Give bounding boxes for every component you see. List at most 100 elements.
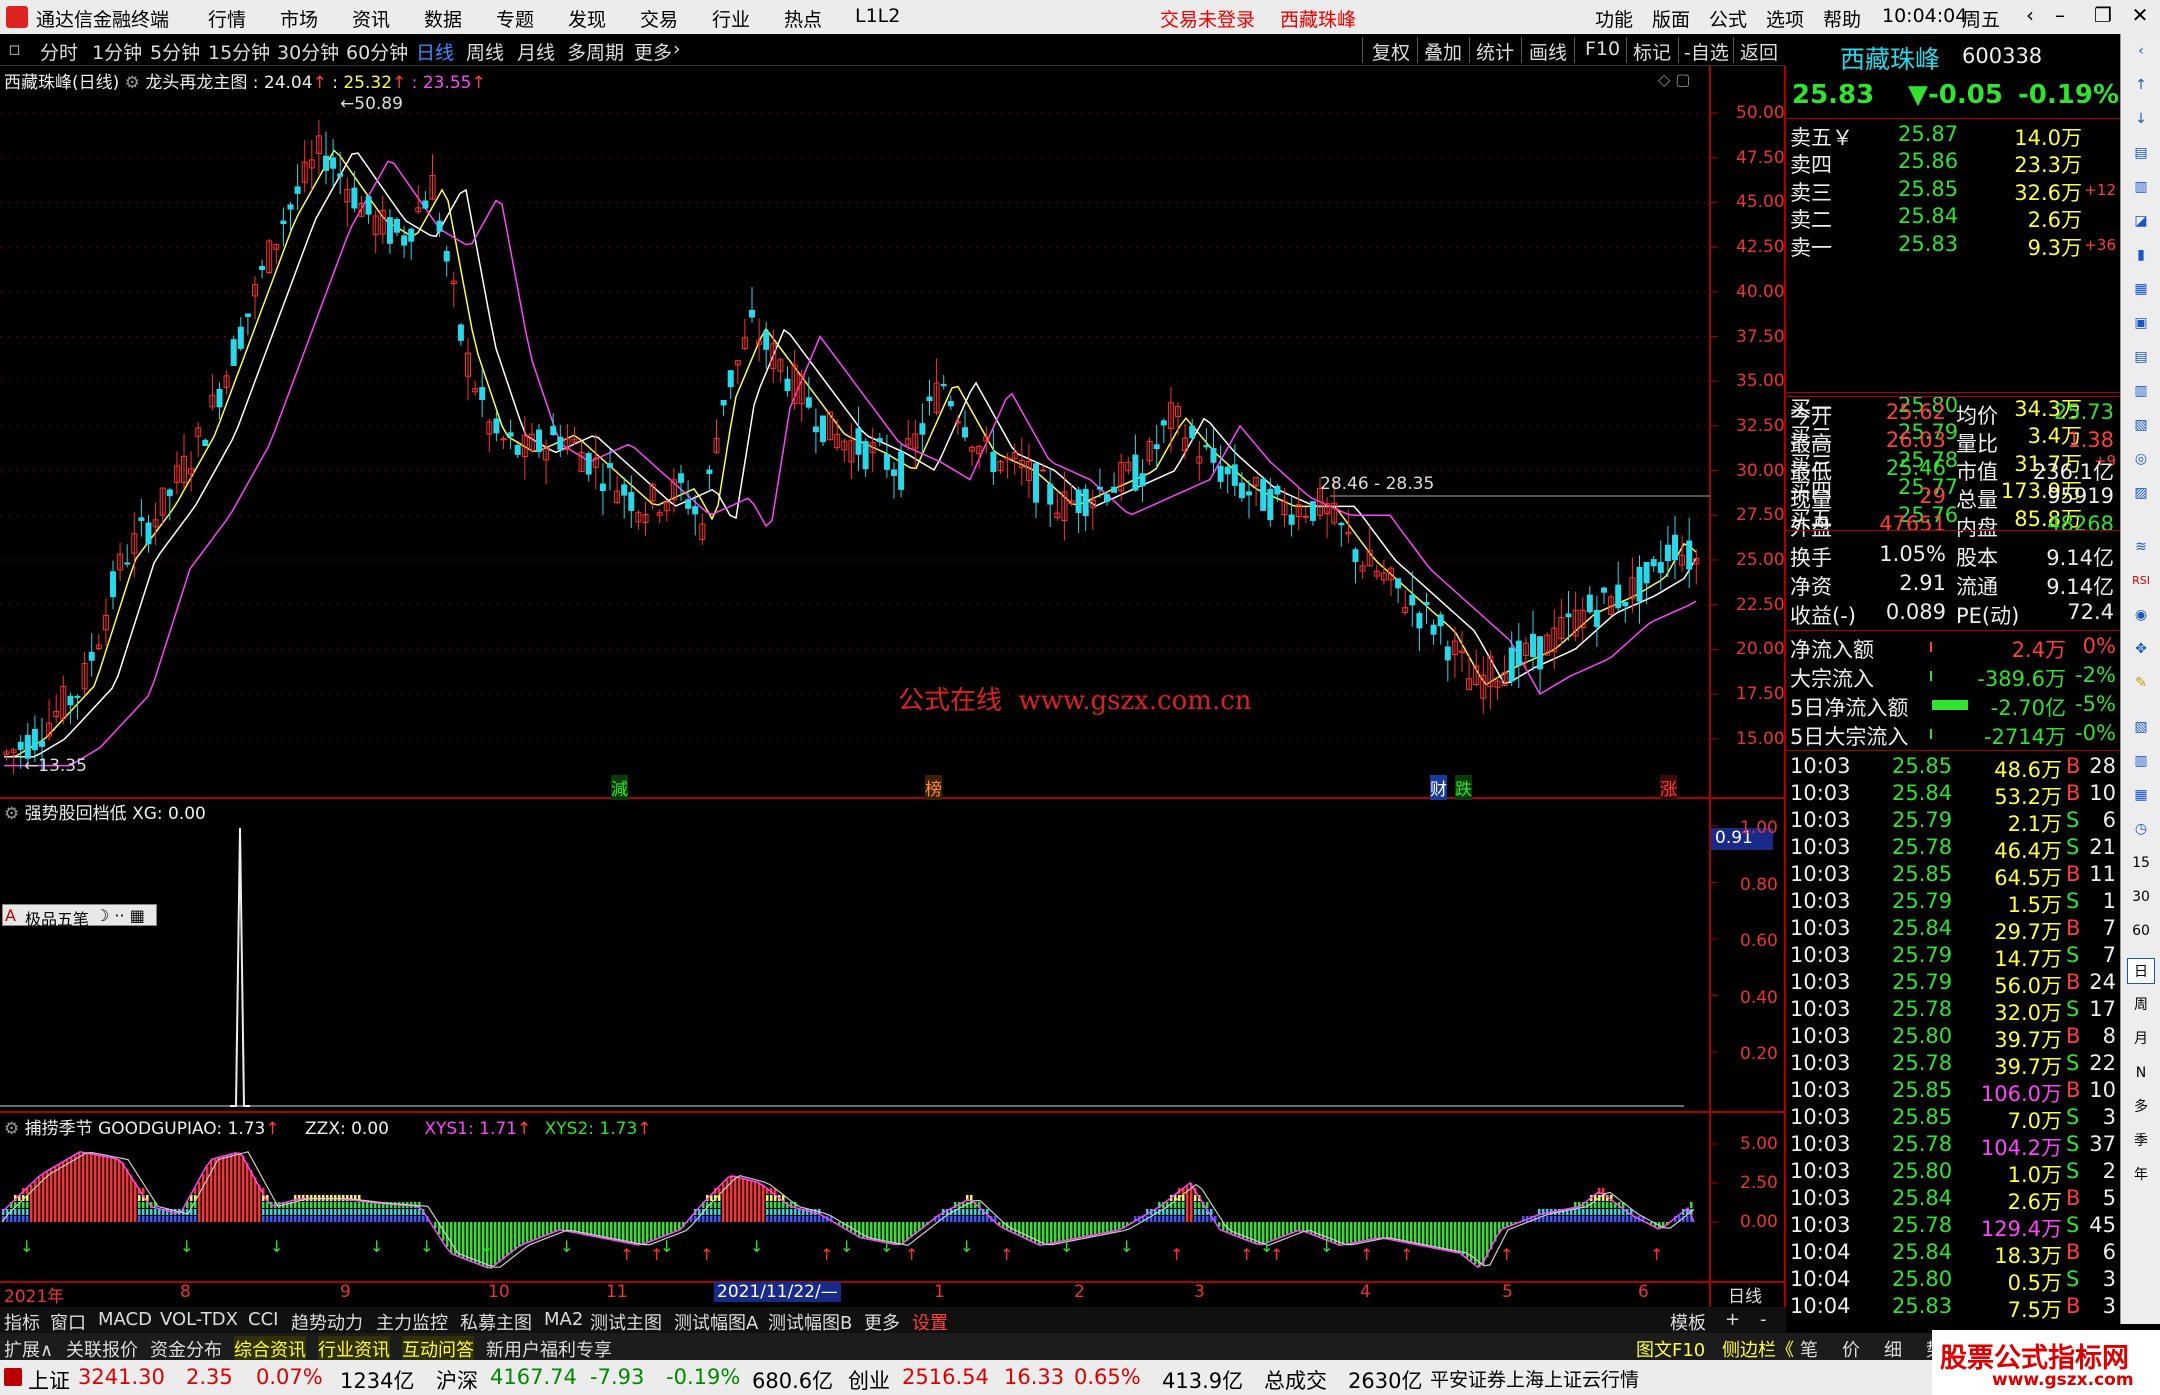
target-icon[interactable]: ◉ bbox=[2127, 602, 2155, 628]
fs-icon[interactable]: ▧ bbox=[2127, 714, 2155, 740]
tool-button[interactable]: 统计 bbox=[1476, 38, 1514, 65]
sub1-title[interactable]: 强势股回档低 bbox=[25, 804, 127, 824]
tool-button[interactable]: 返回 bbox=[1740, 38, 1778, 65]
event-marker[interactable]: 跌 bbox=[1455, 775, 1472, 800]
order-book-row[interactable]: 卖一 25.83 9.3万 +36 bbox=[1786, 232, 2120, 260]
template-button[interactable]: 模板 bbox=[1670, 1309, 1706, 1335]
tick-row[interactable]: 10:03 25.78 104.2万 S 37 bbox=[1786, 1132, 2120, 1160]
index-name[interactable]: 沪深 bbox=[436, 1365, 478, 1395]
indicator-tab[interactable]: 测试幅图B bbox=[768, 1309, 852, 1335]
close-icon[interactable]: ✕ bbox=[2125, 3, 2155, 31]
index-name[interactable]: 创业 bbox=[848, 1365, 890, 1395]
period-button[interactable]: 15 bbox=[2127, 850, 2155, 876]
menu-item[interactable]: 功能 bbox=[1595, 5, 1633, 32]
tick-row[interactable]: 10:03 25.79 1.5万 S 1 bbox=[1786, 889, 2120, 917]
sheet-icon[interactable]: ▥ bbox=[2127, 378, 2155, 404]
info-tab[interactable]: 行业资讯 bbox=[318, 1336, 390, 1362]
indicator-tab[interactable]: 测试幅图A bbox=[674, 1309, 758, 1335]
formula-settings-icon[interactable]: ⚙ bbox=[125, 73, 140, 93]
menu-item[interactable]: 发现 bbox=[568, 5, 606, 32]
period-tab[interactable]: 15分钟 bbox=[208, 38, 270, 65]
indicator-settings[interactable]: 设置 bbox=[912, 1309, 948, 1335]
f10-button[interactable]: 图文F10 bbox=[1636, 1336, 1705, 1362]
order-book-row[interactable]: 卖四 25.86 23.3万 bbox=[1786, 149, 2120, 177]
tick-row[interactable]: 10:04 25.83 7.5万 B 3 bbox=[1786, 1294, 2120, 1322]
menu-item[interactable]: 数据 bbox=[424, 5, 462, 32]
menu-item[interactable]: 专题 bbox=[496, 5, 534, 32]
list-icon[interactable]: ▥ bbox=[2127, 174, 2155, 200]
sheet-icon[interactable]: ▥ bbox=[2127, 748, 2155, 774]
menu-item[interactable]: 选项 bbox=[1766, 5, 1804, 32]
ime-mode-icon[interactable]: ☽ ·· ▦ bbox=[95, 906, 145, 925]
tick-row[interactable]: 10:03 25.79 2.1万 S 6 bbox=[1786, 808, 2120, 836]
formula-name[interactable]: 龙头再龙主图 bbox=[145, 73, 247, 93]
indicator-tab[interactable]: 私募主图 bbox=[460, 1309, 532, 1335]
indicator-tab[interactable]: MA2 bbox=[544, 1309, 583, 1330]
period-tab[interactable]: 30分钟 bbox=[277, 38, 339, 65]
trade-status[interactable]: 交易未登录 bbox=[1160, 5, 1255, 32]
kline-icon[interactable]: ▮ bbox=[2127, 242, 2155, 268]
tick-row[interactable]: 10:03 25.85 106.0万 B 10 bbox=[1786, 1078, 2120, 1106]
tick-row[interactable]: 10:03 25.79 14.7万 S 7 bbox=[1786, 943, 2120, 971]
period-tab-more[interactable]: 更多 bbox=[634, 38, 672, 65]
indicator-tab[interactable]: 主力监控 bbox=[376, 1309, 448, 1335]
indicator-tab[interactable]: CCI bbox=[248, 1309, 278, 1330]
period-button[interactable]: 月 bbox=[2127, 1026, 2155, 1052]
tool-button[interactable]: -自选 bbox=[1684, 38, 1729, 65]
news-icon[interactable]: ▦ bbox=[2127, 276, 2155, 302]
indicator-tab[interactable]: 趋势动力 bbox=[291, 1309, 363, 1335]
timer-icon[interactable]: ◷ bbox=[2127, 816, 2155, 842]
tick-row[interactable]: 10:03 25.84 29.7万 B 7 bbox=[1786, 916, 2120, 944]
chevron-right-icon[interactable]: › bbox=[673, 38, 681, 60]
back-icon[interactable]: ‹ bbox=[2015, 3, 2045, 31]
info-tab[interactable]: 新用户福利专享 bbox=[486, 1336, 612, 1362]
sidebar-button[interactable]: 侧边栏《 bbox=[1722, 1336, 1794, 1362]
tick-row[interactable]: 10:03 25.79 56.0万 B 24 bbox=[1786, 970, 2120, 998]
chart-icon[interactable]: ▨ bbox=[2127, 480, 2155, 506]
indicator-tab[interactable]: MACD bbox=[98, 1309, 152, 1330]
period-tab[interactable]: 5分钟 bbox=[150, 38, 200, 65]
tool-button[interactable]: 复权 bbox=[1372, 38, 1410, 65]
menu-item[interactable]: 交易 bbox=[640, 5, 678, 32]
period-button-active[interactable]: 日 bbox=[2127, 958, 2155, 984]
menu-item[interactable]: 市场 bbox=[280, 5, 318, 32]
tool-button[interactable]: F10 bbox=[1585, 38, 1620, 60]
fund-flow-row[interactable]: 5日大宗流入 -2714万 -0% bbox=[1786, 721, 2120, 749]
event-marker[interactable]: 減 bbox=[611, 775, 628, 800]
trend-icon[interactable]: ◪ bbox=[2127, 208, 2155, 234]
tick-row[interactable]: 10:03 25.84 2.6万 B 5 bbox=[1786, 1186, 2120, 1214]
menu-item[interactable]: 公式 bbox=[1709, 5, 1747, 32]
fund-flow-row[interactable]: 大宗流入 -389.6万 -2% bbox=[1786, 663, 2120, 691]
tick-row[interactable]: 10:03 25.80 1.0万 S 2 bbox=[1786, 1159, 2120, 1187]
period-button[interactable]: 30 bbox=[2127, 884, 2155, 910]
period-tab-active[interactable]: 日线 bbox=[416, 38, 454, 65]
indicator-tab[interactable]: 测试主图 bbox=[590, 1309, 662, 1335]
period-tab[interactable]: 1分钟 bbox=[92, 38, 142, 65]
period-button[interactable]: 年 bbox=[2127, 1162, 2155, 1188]
arrow-down-icon[interactable]: ↓ bbox=[2127, 106, 2155, 132]
period-tab[interactable]: 周线 bbox=[466, 38, 504, 65]
tick-row[interactable]: 10:03 25.80 39.7万 B 8 bbox=[1786, 1024, 2120, 1052]
tick-row[interactable]: 10:03 25.85 64.5万 B 11 bbox=[1786, 862, 2120, 890]
tool-button[interactable]: 标记 bbox=[1633, 38, 1671, 65]
tick-row[interactable]: 10:03 25.78 129.4万 S 45 bbox=[1786, 1213, 2120, 1241]
tick-row[interactable]: 10:03 25.85 48.6万 B 28 bbox=[1786, 754, 2120, 782]
arrow-up-icon[interactable]: ↑ bbox=[2127, 72, 2155, 98]
event-marker[interactable]: 财 bbox=[1430, 775, 1447, 800]
info-tab[interactable]: 互动问答 bbox=[402, 1336, 474, 1362]
tick-row[interactable]: 10:04 25.84 18.3万 B 6 bbox=[1786, 1240, 2120, 1268]
tick-row[interactable]: 10:03 25.78 39.7万 S 22 bbox=[1786, 1051, 2120, 1079]
period-button[interactable]: N bbox=[2127, 1060, 2155, 1086]
period-button[interactable]: 多 bbox=[2127, 1094, 2155, 1120]
fund-flow-row[interactable]: 净流入额 2.4万 0% bbox=[1786, 634, 2120, 662]
indicator-tab-more[interactable]: 更多 bbox=[864, 1309, 900, 1335]
broker-name[interactable]: 平安证券上海上证云行情 bbox=[1430, 1365, 1639, 1392]
grid-icon[interactable]: ▤ bbox=[2127, 344, 2155, 370]
info-tab[interactable]: 关联报价 bbox=[66, 1336, 138, 1362]
index-flag-icon[interactable] bbox=[4, 1368, 22, 1386]
tick-row[interactable]: 10:03 25.78 32.0万 S 17 bbox=[1786, 997, 2120, 1025]
tool-button[interactable]: 画线 bbox=[1529, 38, 1567, 65]
formula-settings-icon[interactable]: ⚙ bbox=[4, 804, 19, 824]
event-marker[interactable]: 涨 bbox=[1660, 775, 1677, 800]
info-tab[interactable]: 综合资讯 bbox=[234, 1336, 306, 1362]
